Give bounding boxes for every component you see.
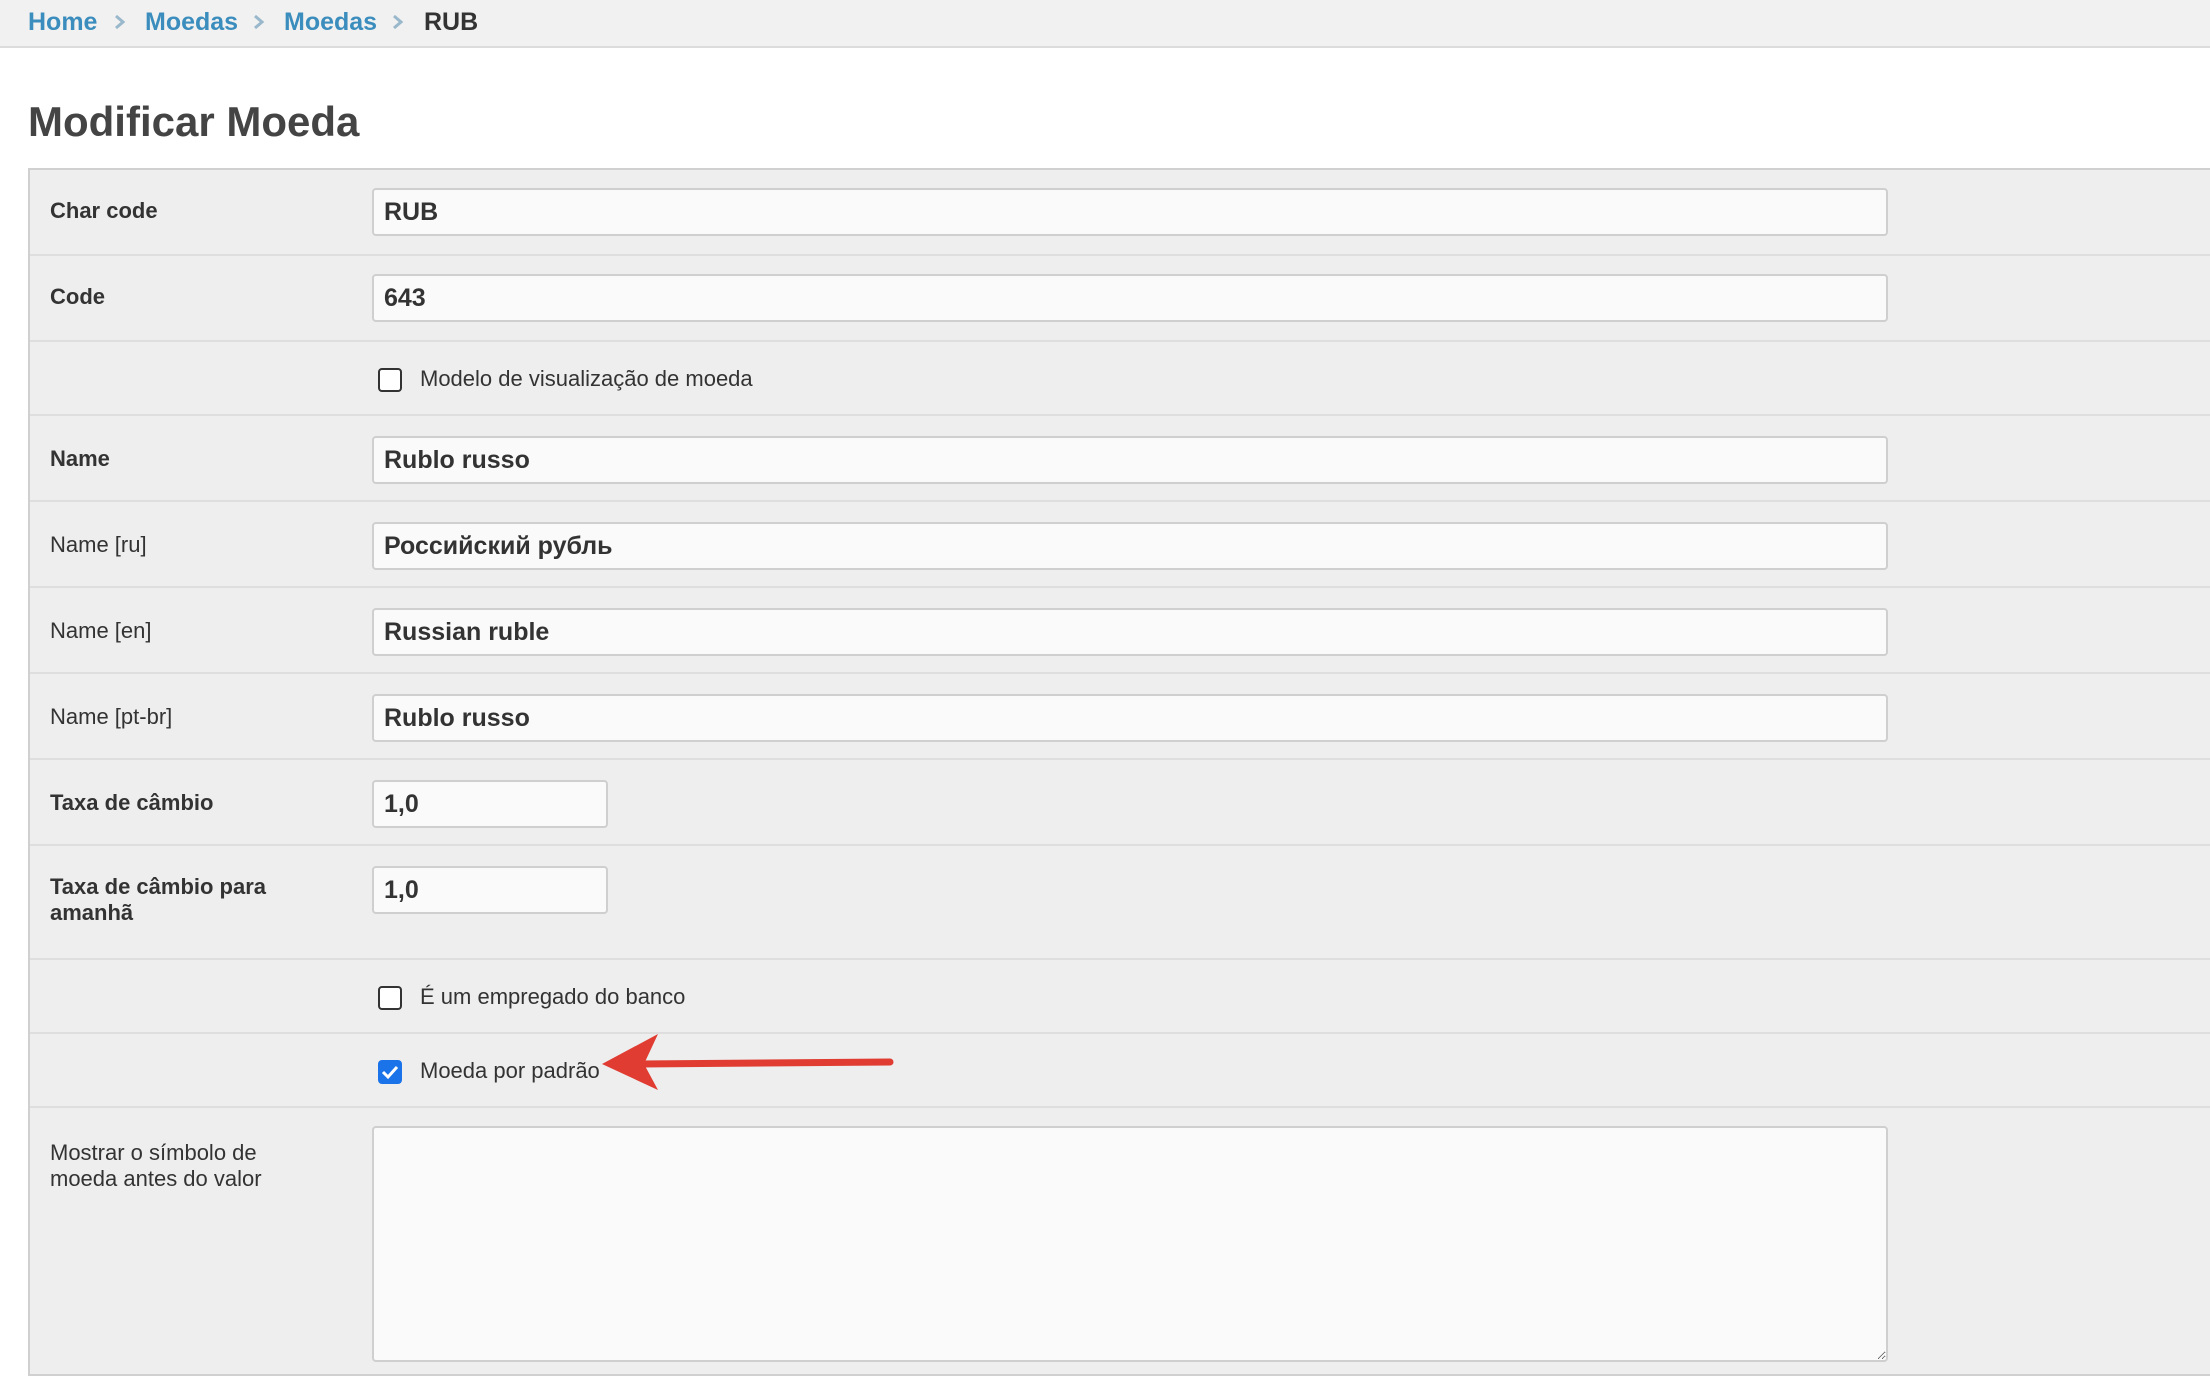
name-input[interactable] <box>372 436 1888 484</box>
form-row-bank-employee: É um empregado do banco <box>30 960 2210 1034</box>
bank-employee-checkbox[interactable] <box>378 986 402 1010</box>
rate-tomorrow-input[interactable] <box>372 866 608 914</box>
form-row-name: Name <box>30 416 2210 502</box>
name-ru-input[interactable] <box>372 522 1888 570</box>
char-code-label: Char code <box>50 198 158 223</box>
form-row-display-template: Modelo de visualização de moeda <box>30 342 2210 416</box>
breadcrumb: Home Moedas Moedas RUB <box>0 0 2210 48</box>
form-row-name-en: Name [en] <box>30 588 2210 674</box>
chevron-right-icon <box>393 14 404 30</box>
chevron-right-icon <box>115 14 126 30</box>
default-currency-checkbox[interactable] <box>378 1060 402 1084</box>
form-row-name-ru: Name [ru] <box>30 502 2210 588</box>
breadcrumb-current: RUB <box>424 8 479 36</box>
symbol-before-textarea[interactable] <box>372 1126 1888 1362</box>
form-row-name-ptbr: Name [pt-br] <box>30 674 2210 760</box>
page-title: Modificar Moeda <box>28 98 360 145</box>
form-row-code: Code <box>30 256 2210 342</box>
annotation-arrow-icon <box>602 1034 894 1090</box>
default-currency-label: Moeda por padrão <box>420 1058 600 1083</box>
symbol-before-label: Mostrar o símbolo de moeda antes do valo… <box>50 1140 262 1191</box>
chevron-right-icon <box>254 14 265 30</box>
display-template-label: Modelo de visualização de moeda <box>420 366 753 391</box>
form-row-rate-tomorrow: Taxa de câmbio para amanhã <box>30 846 2210 960</box>
form-row-rate: Taxa de câmbio <box>30 760 2210 846</box>
bank-employee-label: É um empregado do banco <box>420 984 686 1009</box>
rate-label: Taxa de câmbio <box>50 790 214 815</box>
display-template-checkbox[interactable] <box>378 368 402 392</box>
name-en-input[interactable] <box>372 608 1888 656</box>
code-input[interactable] <box>372 274 1888 322</box>
name-ru-label: Name [ru] <box>50 532 147 557</box>
code-label: Code <box>50 284 105 309</box>
currency-form: Char code Code Modelo de visualização de… <box>28 168 2210 1376</box>
form-row-symbol-before: Mostrar o símbolo de moeda antes do valo… <box>30 1108 2210 1376</box>
name-en-label: Name [en] <box>50 618 152 643</box>
rate-tomorrow-label: Taxa de câmbio para amanhã <box>50 874 267 925</box>
char-code-input[interactable] <box>372 188 1888 236</box>
form-row-char-code: Char code <box>30 170 2210 256</box>
name-label: Name <box>50 446 110 471</box>
breadcrumb-home-link[interactable]: Home <box>28 8 97 37</box>
breadcrumb-moedas-link-2[interactable]: Moedas <box>284 8 377 37</box>
breadcrumb-moedas-link[interactable]: Moedas <box>145 8 238 37</box>
name-ptbr-input[interactable] <box>372 694 1888 742</box>
form-row-default-currency: Moeda por padrão <box>30 1034 2210 1108</box>
checkmark-icon <box>381 1065 399 1080</box>
name-ptbr-label: Name [pt-br] <box>50 704 173 729</box>
rate-input[interactable] <box>372 780 608 828</box>
